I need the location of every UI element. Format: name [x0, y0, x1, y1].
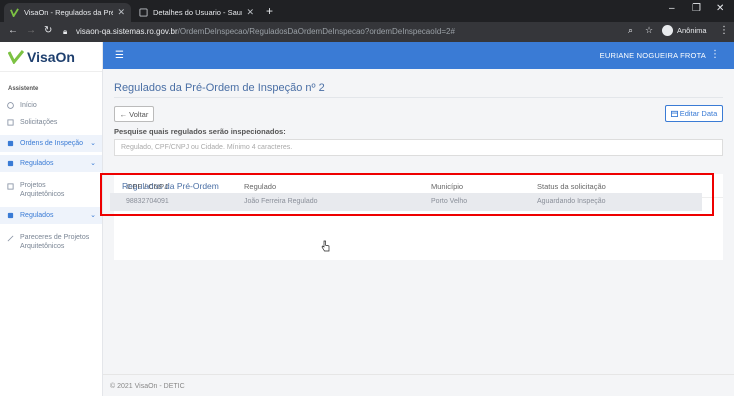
chevron-down-icon: ⌄: [90, 160, 96, 167]
browser-toolbar: ← → ↻ 🔒︎ visaon-qa.sistemas.ro.gov.br/Or…: [0, 22, 734, 42]
sidebar-item-label: Solicitações: [20, 119, 58, 126]
browser-menu-icon[interactable]: ⋮: [719, 25, 729, 36]
incognito-icon: [662, 25, 673, 36]
profile-label: Anônima: [677, 26, 707, 35]
tab-detalhes[interactable]: Detalhes do Usuario - Sauron.Gr ✕: [133, 3, 260, 22]
sidebar-item-label: Regulados: [20, 212, 54, 219]
incognito-badge[interactable]: Anônima: [662, 25, 707, 36]
new-tab-button[interactable]: +: [266, 4, 273, 18]
tab-title: VisaOn - Regulados da Pré-Orde: [24, 8, 114, 17]
close-icon[interactable]: ✕: [246, 7, 254, 18]
edit-date-label: Editar Data: [679, 109, 718, 118]
folder-icon: [7, 212, 14, 219]
sidebar-item-inicio[interactable]: Início: [0, 97, 102, 114]
app-logo[interactable]: VisaOn: [0, 42, 102, 72]
logo-text: VisaOn: [27, 48, 75, 65]
table-row[interactable]: 98832704091 João Ferreira Regulado Porto…: [110, 193, 702, 211]
user-name[interactable]: EURIANE NOGUEIRA FROTA: [600, 51, 706, 60]
maximize-icon[interactable]: ❐: [692, 3, 701, 14]
page-favicon-icon: [139, 8, 148, 17]
visaon-favicon-icon: [10, 8, 19, 17]
column-header-municipio: Município: [431, 182, 464, 191]
cell-regulado: João Ferreira Regulado: [244, 198, 318, 205]
sidebar-item-regulados-2[interactable]: Regulados ⌄: [0, 207, 102, 224]
arrow-left-icon: ←: [119, 109, 128, 119]
window-close-icon[interactable]: ✕: [716, 3, 724, 14]
back-button-label: Voltar: [129, 109, 149, 119]
main-content: Regulados da Pré-Ordem de Inspeção nº 2 …: [100, 69, 734, 396]
cell-status: Aguardando Inspeção: [537, 198, 606, 205]
sidebar-item-regulados[interactable]: Regulados ⌄: [0, 155, 102, 172]
address-bar[interactable]: visaon-qa.sistemas.ro.gov.br/OrdemDeInsp…: [76, 27, 455, 36]
page-title: Regulados da Pré-Ordem de Inspeção nº 2: [114, 82, 325, 94]
gear-icon: [7, 160, 14, 167]
sidebar-item-projetos-arquitetonicos[interactable]: Projetos Arquitetônicos: [0, 178, 102, 202]
column-header-regulado: Regulado: [244, 182, 277, 191]
more-options-icon[interactable]: ⋮: [710, 49, 720, 60]
tab-visaon[interactable]: VisaOn - Regulados da Pré-Orde ✕: [4, 3, 131, 22]
edit-date-button[interactable]: Editar Data: [665, 105, 723, 122]
document-icon: [7, 119, 14, 126]
page-footer: © 2021 VisaOn - DETIC: [103, 374, 734, 396]
minimize-icon[interactable]: –: [669, 3, 675, 14]
sidebar-item-label: Projetos Arquitetônicos: [20, 182, 65, 198]
sidebar-section-title: Assistente: [8, 86, 39, 92]
sidebar-item-solicitacoes[interactable]: Solicitações: [0, 114, 102, 131]
calendar-icon: [670, 110, 678, 117]
sidebar-item-label: Início: [20, 102, 37, 109]
url-path: /OrdemDeInspecao/ReguladosDaOrdemDeInspe…: [177, 27, 455, 36]
pencil-icon: [7, 235, 14, 242]
title-divider: [114, 97, 723, 98]
tab-title: Detalhes do Usuario - Sauron.Gr: [153, 8, 243, 17]
back-button[interactable]: ← Voltar: [114, 106, 154, 122]
visaon-logo-icon: [8, 49, 24, 64]
sidebar-item-label: Pareceres de Projetos Arquitetônicos: [20, 234, 90, 250]
sidebar-item-label: Regulados: [20, 160, 54, 167]
browser-tab-strip: VisaOn - Regulados da Pré-Orde ✕ Detalhe…: [0, 0, 734, 22]
star-icon[interactable]: ☆: [645, 25, 653, 36]
folder-icon: [7, 183, 14, 190]
hand-cursor-icon: [321, 240, 330, 252]
search-label: Pesquise quais regulados serão inspecion…: [114, 127, 286, 136]
url-domain: visaon-qa.sistemas.ro.gov.br: [76, 27, 178, 36]
sidebar-item-pareceres[interactable]: Pareceres de Projetos Arquitetônicos: [0, 230, 102, 254]
hamburger-menu-icon[interactable]: ☰: [115, 50, 124, 61]
gear-icon: [7, 140, 14, 147]
search-input[interactable]: Regulado, CPF/CNPJ ou Cidade. Mínimo 4 c…: [114, 139, 723, 156]
chevron-down-icon: ⌄: [90, 140, 96, 147]
sidebar-item-label: Ordens de Inspeção: [20, 140, 84, 147]
close-icon[interactable]: ✕: [117, 7, 125, 18]
forward-arrow-icon[interactable]: →: [26, 25, 36, 36]
dashboard-icon: [7, 102, 14, 109]
sidebar: VisaOn Assistente Início Solicitações Or…: [0, 42, 103, 396]
back-arrow-icon[interactable]: ←: [8, 25, 18, 36]
column-header-cpf: CPF / CNPJ: [127, 182, 168, 191]
zoom-icon[interactable]: ⌕: [628, 25, 633, 36]
reload-icon[interactable]: ↻: [44, 25, 52, 36]
column-header-status: Status da solicitação: [537, 182, 606, 191]
cell-cpf: 98832704091: [126, 198, 169, 205]
chevron-down-icon: ⌄: [90, 212, 96, 219]
lock-icon[interactable]: 🔒︎: [63, 27, 67, 37]
sidebar-item-ordens-de-inspecao[interactable]: Ordens de Inspeção ⌄: [0, 135, 102, 152]
cell-municipio: Porto Velho: [431, 198, 468, 205]
app-header: ☰ EURIANE NOGUEIRA FROTA ⋮: [103, 42, 734, 69]
